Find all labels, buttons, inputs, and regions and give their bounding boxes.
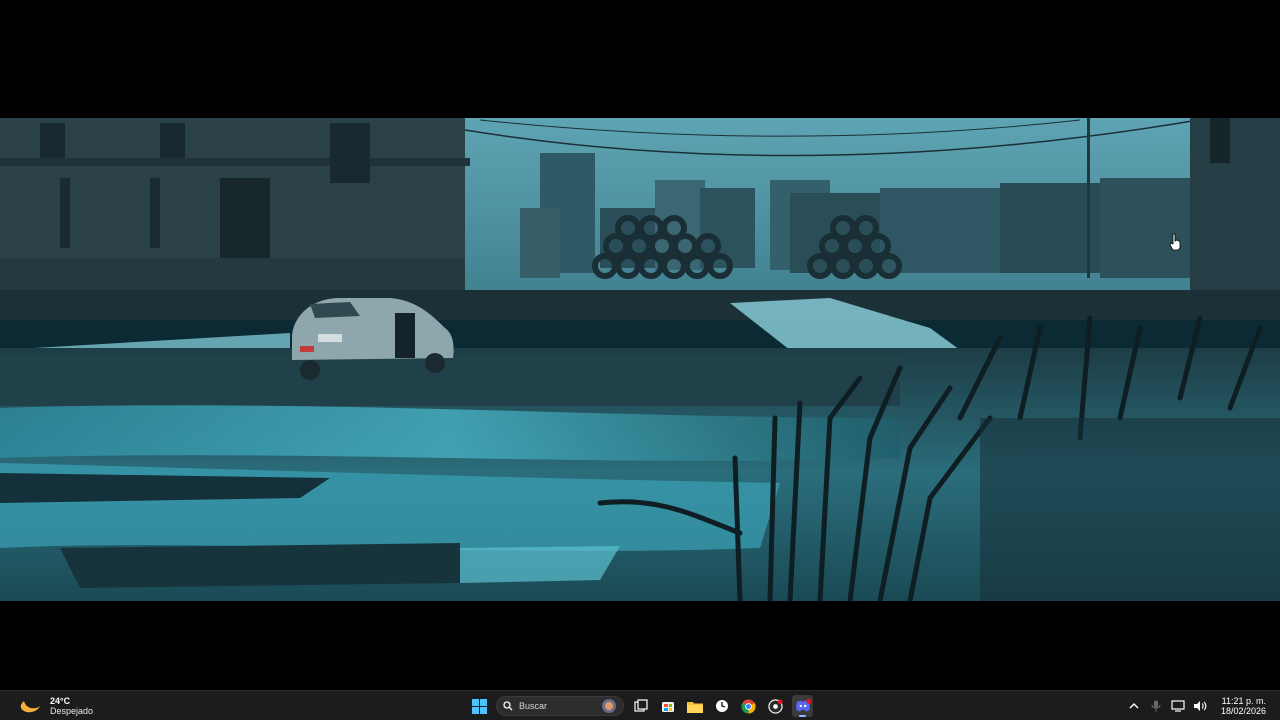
weather-temperature: 24°C [50,696,71,706]
network-tray-button[interactable] [1171,699,1185,713]
store-icon [661,702,674,712]
windows-logo-icon [472,698,487,714]
recording-app-button[interactable] [765,695,786,717]
clock-icon [715,700,728,712]
chevron-up-icon [1129,703,1139,709]
start-button[interactable] [469,695,490,717]
show-hidden-icons-button[interactable] [1127,699,1141,713]
recording-app-icon [768,698,783,714]
taskbar-apps: Buscar [469,694,813,718]
search-placeholder: Buscar [519,701,548,711]
system-tray: 11:21 p. m. 18/02/2026 [1127,694,1270,718]
task-view-button[interactable] [630,695,651,717]
search-highlight-icon [602,699,616,713]
weather-widget[interactable]: 24°C Despejado [18,694,93,718]
microphone-icon [1151,700,1161,712]
folder-icon [686,701,703,713]
volume-icon [1193,701,1207,711]
file-explorer-button[interactable] [684,695,705,717]
discord-icon [795,699,811,712]
video-frame[interactable] [0,118,1280,601]
search-icon [503,701,513,711]
volume-tray-button[interactable] [1193,699,1207,713]
clock-date: 18/02/2026 [1220,706,1266,716]
chrome-icon [741,698,756,714]
task-view-icon [633,699,648,712]
discord-button[interactable] [792,695,813,717]
taskbar: 24°C Despejado Buscar 11:21 p. m. 18/02/… [0,690,1280,720]
weather-description: Despejado [50,706,94,716]
clock-time: 11:21 p. m. [1221,696,1266,706]
moon-icon [20,701,40,713]
desktop-screen: 24°C Despejado Buscar 11:21 p. m. 18/02/… [0,0,1280,720]
taskbar-search[interactable]: Buscar [496,696,624,716]
network-icon [1171,700,1185,712]
hand-cursor-icon [1169,233,1181,251]
video-player[interactable] [0,0,1280,690]
taskbar-clock[interactable]: 11:21 p. m. 18/02/2026 [1221,696,1266,716]
store-button[interactable] [657,695,678,717]
clock-app-button[interactable] [711,695,732,717]
chrome-button[interactable] [738,695,759,717]
film-scene [0,118,1280,601]
microphone-tray-button[interactable] [1149,699,1163,713]
